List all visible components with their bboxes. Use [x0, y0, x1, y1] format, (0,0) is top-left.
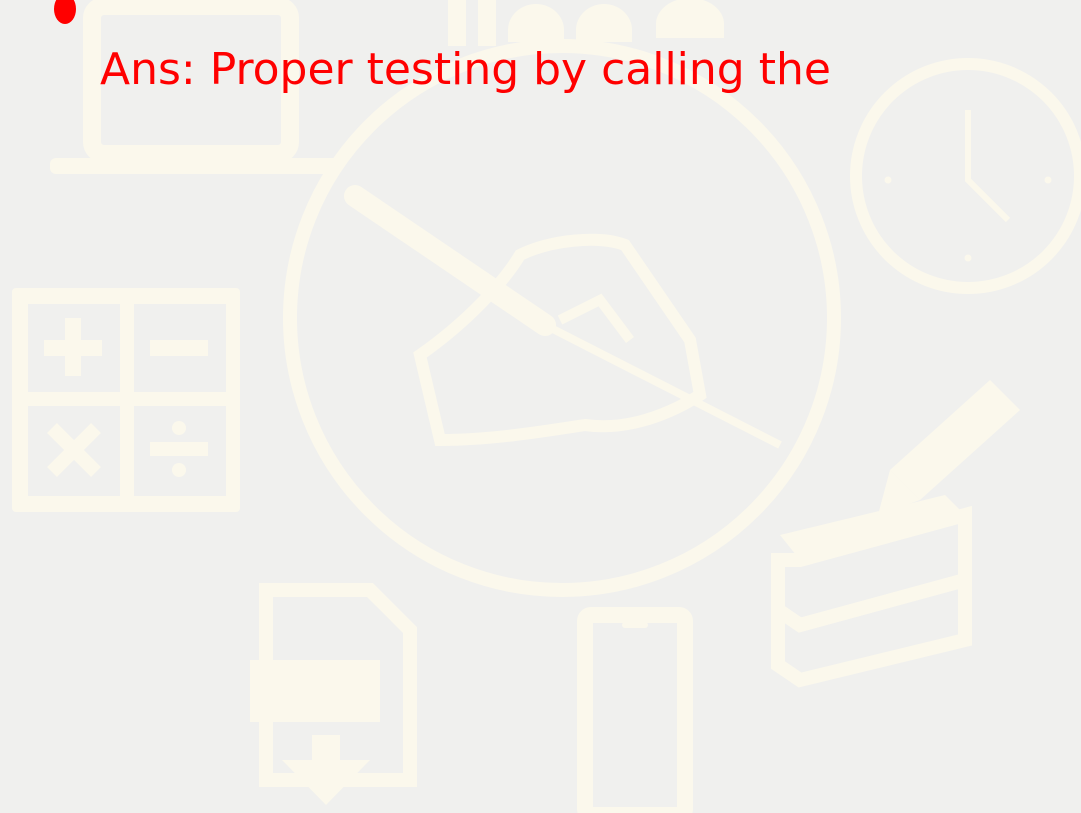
answer-text: Ans: Proper testing by calling the: [100, 44, 831, 95]
clock-icon: [850, 58, 1081, 294]
smartphone-icon: [577, 607, 693, 813]
calculator-icon: [12, 288, 240, 512]
pdf-download-icon: [250, 583, 417, 805]
pencil-icon: [878, 380, 1020, 515]
bar-chart-icon: [448, 0, 724, 46]
background-illustration: [12, 0, 1081, 813]
books-icon: [771, 495, 972, 688]
writing-hand-icon: [283, 39, 841, 597]
